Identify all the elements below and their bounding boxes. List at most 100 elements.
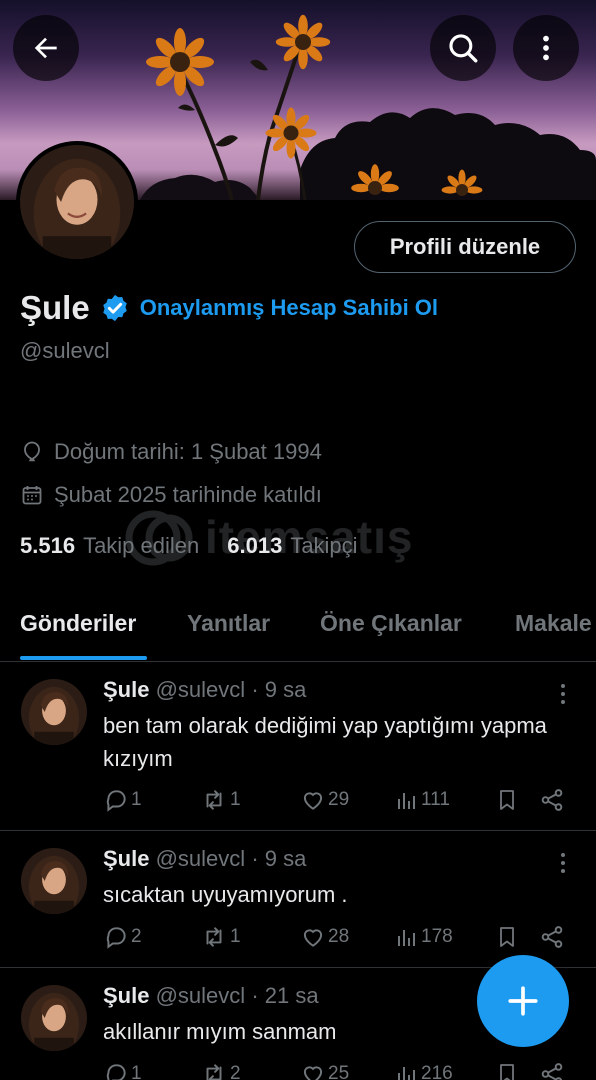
share-button[interactable] [539, 1061, 565, 1080]
like-count: 25 [328, 1063, 350, 1080]
tweet-author-name[interactable]: Şule [103, 983, 149, 1008]
tweet-avatar[interactable] [21, 985, 87, 1051]
balloon-icon [24, 441, 40, 462]
tweet-author-handle[interactable]: @sulevcl [156, 983, 246, 1008]
tweet-author-name[interactable]: Şule [103, 846, 149, 871]
view-count: 178 [421, 926, 453, 947]
following-label: Takip edilen [83, 533, 200, 558]
tweet-time[interactable]: 9 sa [265, 846, 307, 871]
tweet-time[interactable]: 21 sa [265, 983, 319, 1008]
tab-replies[interactable]: Yanıtlar [187, 610, 270, 637]
following-link[interactable]: 5.516 Takip edilen [20, 533, 199, 559]
plus-icon [508, 986, 538, 1016]
share-button[interactable] [539, 787, 565, 813]
display-name: Şule [20, 289, 90, 326]
dot-separator: · [251, 983, 259, 1008]
joined-text: Şubat 2025 tarihinde katıldı [54, 482, 322, 507]
bookmark-icon [500, 1064, 514, 1080]
edit-profile-button[interactable]: Profili düzenle [354, 221, 576, 273]
like-button[interactable]: 25 [300, 1061, 349, 1080]
retweet-count: 1 [230, 789, 241, 810]
analytics-icon [398, 793, 415, 809]
analytics-icon [398, 1067, 415, 1080]
retweet-icon [206, 927, 222, 947]
calendar-icon [22, 486, 42, 505]
tweet-actions: 2 1 28 178 [103, 924, 573, 954]
tweet[interactable]: Şule @sulevcl · 9 sa sıcaktan uyuyamıyor… [0, 832, 596, 968]
arrow-left-icon [34, 37, 57, 59]
reply-count: 1 [131, 789, 142, 810]
search-icon [449, 34, 478, 63]
tweet-avatar[interactable] [21, 848, 87, 914]
reply-button[interactable]: 2 [103, 924, 142, 950]
more-options-button[interactable] [513, 15, 579, 81]
tab-posts[interactable]: Gönderiler [20, 610, 136, 637]
more-vertical-icon [543, 35, 549, 61]
reply-icon [106, 1064, 126, 1080]
like-button[interactable]: 28 [300, 924, 349, 950]
profile-avatar[interactable] [16, 141, 138, 263]
name-row: Şule Onaylanmış Hesap Sahibi Ol [20, 286, 438, 330]
reply-button[interactable]: 1 [103, 1061, 142, 1080]
avatar-photo [21, 848, 87, 914]
tweet-more-icon[interactable] [552, 848, 574, 878]
tweet-author-name[interactable]: Şule [103, 677, 149, 702]
tab-highlights[interactable]: Öne Çıkanlar [320, 610, 462, 637]
user-handle: @sulevcl [20, 338, 110, 363]
retweet-icon [206, 790, 222, 810]
bookmark-icon [500, 927, 514, 947]
heart-icon [303, 929, 323, 947]
views-button[interactable]: 216 [395, 1061, 453, 1080]
like-count: 28 [328, 926, 350, 947]
like-count: 29 [328, 789, 350, 810]
following-count: 5.516 [20, 533, 76, 558]
bookmark-button[interactable] [495, 924, 519, 950]
tweet-time[interactable]: 9 sa [265, 677, 307, 702]
tweet-author-handle[interactable]: @sulevcl [156, 677, 246, 702]
avatar-photo [21, 985, 87, 1051]
retweet-count: 1 [230, 926, 241, 947]
view-count: 216 [421, 1063, 453, 1080]
tweet-more-icon[interactable] [552, 679, 574, 709]
analytics-icon [398, 930, 415, 946]
verified-badge-icon[interactable] [100, 293, 130, 323]
tweet-author-handle[interactable]: @sulevcl [156, 846, 246, 871]
search-button[interactable] [430, 15, 496, 81]
bookmark-button[interactable] [495, 1061, 519, 1080]
retweet-icon [206, 1064, 222, 1080]
share-icon [541, 1063, 563, 1080]
tab-articles[interactable]: Makale [515, 610, 592, 637]
reply-count: 1 [131, 1063, 142, 1080]
tweet-header: Şule @sulevcl · 9 sa [103, 677, 306, 703]
retweet-button[interactable]: 1 [200, 787, 241, 813]
avatar-photo [20, 145, 134, 259]
like-button[interactable]: 29 [300, 787, 349, 813]
compose-post-button[interactable] [477, 955, 569, 1047]
retweet-button[interactable]: 1 [200, 924, 241, 950]
tweet-actions: 1 2 25 216 [103, 1061, 573, 1080]
bookmark-button[interactable] [495, 787, 519, 813]
followers-link[interactable]: 6.013 Takipçi [227, 533, 357, 559]
followers-count: 6.013 [227, 533, 283, 558]
retweet-button[interactable]: 2 [200, 1061, 241, 1080]
heart-icon [303, 792, 323, 810]
get-verified-link[interactable]: Onaylanmış Hesap Sahibi Ol [140, 295, 438, 321]
reply-button[interactable]: 1 [103, 787, 142, 813]
back-button[interactable] [13, 15, 79, 81]
follow-stats: 5.516 Takip edilen 6.013 Takipçi [20, 533, 358, 559]
tweet-avatar[interactable] [21, 679, 87, 745]
reply-icon [106, 927, 126, 949]
birthdate-text: Doğum tarihi: 1 Şubat 1994 [54, 439, 322, 464]
followers-label: Takipçi [290, 533, 358, 558]
views-button[interactable]: 178 [395, 924, 453, 950]
dot-separator: · [251, 677, 259, 702]
views-button[interactable]: 111 [395, 787, 450, 813]
share-button[interactable] [539, 924, 565, 950]
view-count: 111 [421, 789, 450, 810]
tweet[interactable]: Şule @sulevcl · 9 sa ben tam olarak dedi… [0, 663, 596, 831]
dot-separator: · [251, 846, 259, 871]
tweet-text: ben tam olarak dediğimi yap yaptığımı ya… [103, 713, 547, 771]
reply-icon [106, 790, 126, 812]
reply-count: 2 [131, 926, 142, 947]
bookmark-icon [500, 790, 514, 810]
